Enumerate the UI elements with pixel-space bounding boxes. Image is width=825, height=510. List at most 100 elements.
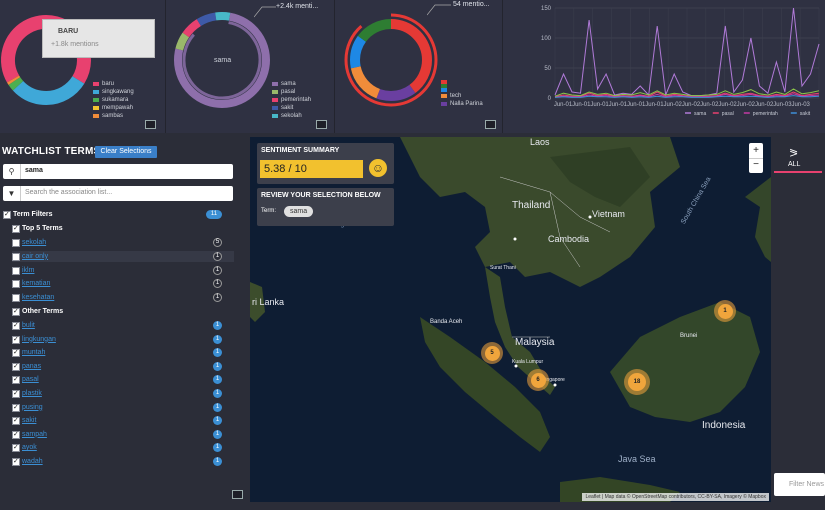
- term-label[interactable]: muntah: [22, 347, 45, 358]
- checkbox[interactable]: [12, 252, 20, 261]
- term-label[interactable]: plastik: [22, 388, 42, 399]
- checkbox[interactable]: [12, 456, 20, 467]
- term-row[interactable]: pusing 1: [12, 402, 234, 413]
- legend-item[interactable]: sekolah: [272, 112, 311, 120]
- x-tick-label: Jun-02: [718, 102, 737, 108]
- legend-item[interactable]: pemerintah: [272, 96, 311, 104]
- clear-selections-button[interactable]: Clear Selections: [95, 146, 157, 158]
- legend-item[interactable]: sama: [272, 80, 311, 88]
- checkbox[interactable]: [12, 280, 20, 289]
- review-title: REVIEW YOUR SELECTION BELOW: [261, 192, 381, 199]
- checkbox[interactable]: [12, 415, 20, 426]
- expand-icon[interactable]: [145, 120, 156, 129]
- legend-item[interactable]: singkawang: [93, 88, 134, 96]
- donut-panel-1: BARU +1.8k mentions baru singkawang suka…: [0, 0, 166, 133]
- checkbox[interactable]: [12, 429, 20, 440]
- term-row[interactable]: panas 1: [12, 361, 234, 372]
- term-label[interactable]: cair only: [22, 251, 48, 262]
- term-row[interactable]: bulit 1: [12, 320, 234, 331]
- line-chart[interactable]: 150100500Jun-01 Jun-01 Jun-01 Jun-01 Jun-01 J…: [503, 0, 825, 133]
- checkbox[interactable]: [12, 294, 20, 303]
- association-search-input[interactable]: ▼ Search the association list...: [3, 186, 233, 201]
- legend-label[interactable]: pasal: [722, 111, 734, 117]
- term-row[interactable]: wadah 1: [12, 456, 234, 467]
- expand-icon[interactable]: [485, 120, 496, 129]
- map-cluster-marker[interactable]: 5: [481, 342, 503, 364]
- term-row[interactable]: pasal 1: [12, 374, 234, 385]
- legend-item[interactable]: tech: [441, 92, 483, 100]
- term-row[interactable]: kematian 1: [12, 278, 234, 289]
- zoom-out-button[interactable]: −: [749, 159, 763, 173]
- checkbox[interactable]: [12, 442, 20, 453]
- review-selection-box: REVIEW YOUR SELECTION BELOW Term: sama: [257, 188, 394, 226]
- other-terms-header[interactable]: Other Terms: [12, 306, 234, 317]
- term-label[interactable]: wadah: [22, 456, 43, 467]
- term-label[interactable]: lingkungan: [22, 334, 56, 345]
- term-label[interactable]: ayok: [22, 442, 37, 453]
- term-label[interactable]: panas: [22, 361, 41, 372]
- expand-icon[interactable]: [316, 120, 327, 129]
- term-row[interactable]: lingkungan 1: [12, 334, 234, 345]
- term-label[interactable]: kesehatan: [22, 292, 54, 303]
- map-view[interactable]: Laos Thailand Vietnam Cambodia ri Lanka …: [250, 137, 771, 502]
- checkbox[interactable]: [12, 334, 20, 345]
- map-cluster-marker[interactable]: 1: [714, 300, 736, 322]
- term-row[interactable]: cair only 1: [12, 250, 234, 262]
- checkbox[interactable]: [12, 306, 20, 317]
- map-cluster-marker[interactable]: 18: [624, 369, 650, 395]
- checkbox[interactable]: [12, 320, 20, 331]
- map-cluster-marker[interactable]: 6: [527, 369, 549, 391]
- map-label: Vietnam: [592, 209, 625, 219]
- legend-item[interactable]: sakit: [272, 104, 311, 112]
- legend-label[interactable]: sakit: [800, 111, 811, 117]
- checkbox[interactable]: [12, 402, 20, 413]
- legend-label[interactable]: pemerintah: [753, 111, 778, 117]
- checkbox[interactable]: [12, 388, 20, 399]
- share-icon[interactable]: ⪖: [789, 146, 798, 159]
- term-row[interactable]: sekolah 5: [12, 237, 234, 248]
- term-search-input[interactable]: ⚲ sama: [3, 164, 233, 179]
- expand-icon[interactable]: [232, 490, 243, 499]
- smiley-icon: ☺: [369, 159, 387, 177]
- legend-label[interactable]: sama: [694, 111, 706, 117]
- legend-item[interactable]: sukamara: [93, 96, 134, 104]
- filter-news-input[interactable]: Filter News: [774, 473, 825, 496]
- checkbox[interactable]: [12, 347, 20, 358]
- checkbox[interactable]: [12, 374, 20, 385]
- legend-item[interactable]: pasal: [272, 88, 311, 96]
- term-label[interactable]: sakit: [22, 415, 36, 426]
- zoom-in-button[interactable]: +: [749, 143, 763, 159]
- term-label[interactable]: iklm: [22, 265, 34, 276]
- map-attribution: Leaflet | Map data © OpenStreetMap contr…: [582, 493, 769, 501]
- term-label[interactable]: pasal: [22, 374, 39, 385]
- checkbox[interactable]: [12, 239, 20, 247]
- term-label[interactable]: sekolah: [22, 237, 46, 248]
- y-tick-label: 50: [544, 66, 551, 72]
- donut-chart-3[interactable]: [341, 6, 445, 110]
- checkbox[interactable]: [12, 361, 20, 372]
- term-label[interactable]: pusing: [22, 402, 43, 413]
- tab-all[interactable]: ALL: [788, 161, 800, 168]
- term-label[interactable]: sampah: [22, 429, 47, 440]
- term-label[interactable]: bulit: [22, 320, 35, 331]
- legend-item[interactable]: baru: [93, 80, 134, 88]
- legend-item[interactable]: sambas: [93, 112, 134, 120]
- checkbox[interactable]: [3, 209, 11, 220]
- term-row[interactable]: muntah 1: [12, 347, 234, 358]
- term-filters-header[interactable]: Term Filters 11: [3, 209, 234, 220]
- term-row[interactable]: iklm 1: [12, 265, 234, 276]
- term-row[interactable]: sakit 1: [12, 415, 234, 426]
- term-row[interactable]: kesehatan 1: [12, 292, 234, 303]
- term-row[interactable]: sampah 1: [12, 429, 234, 440]
- legend-item[interactable]: mempawah: [93, 104, 134, 112]
- legend-item[interactable]: Nalla Parina: [441, 100, 483, 108]
- checkbox[interactable]: [12, 266, 20, 275]
- term-chip[interactable]: sama: [284, 206, 314, 217]
- term-count-badge: 1: [213, 443, 222, 453]
- x-tick-label: Jun-01: [572, 102, 591, 108]
- term-row[interactable]: plastik 1: [12, 388, 234, 399]
- checkbox[interactable]: [12, 223, 20, 234]
- term-label[interactable]: kematian: [22, 278, 50, 289]
- term-row[interactable]: ayok 1: [12, 442, 234, 453]
- top5-header[interactable]: Top 5 Terms: [12, 223, 234, 234]
